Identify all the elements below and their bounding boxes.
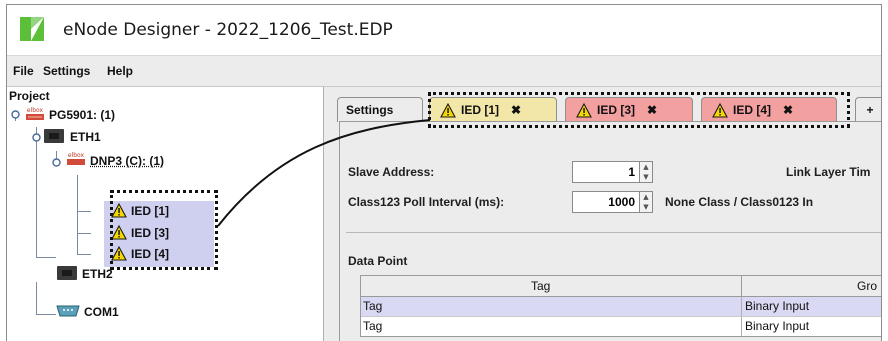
- annotation-connector: [217, 119, 431, 227]
